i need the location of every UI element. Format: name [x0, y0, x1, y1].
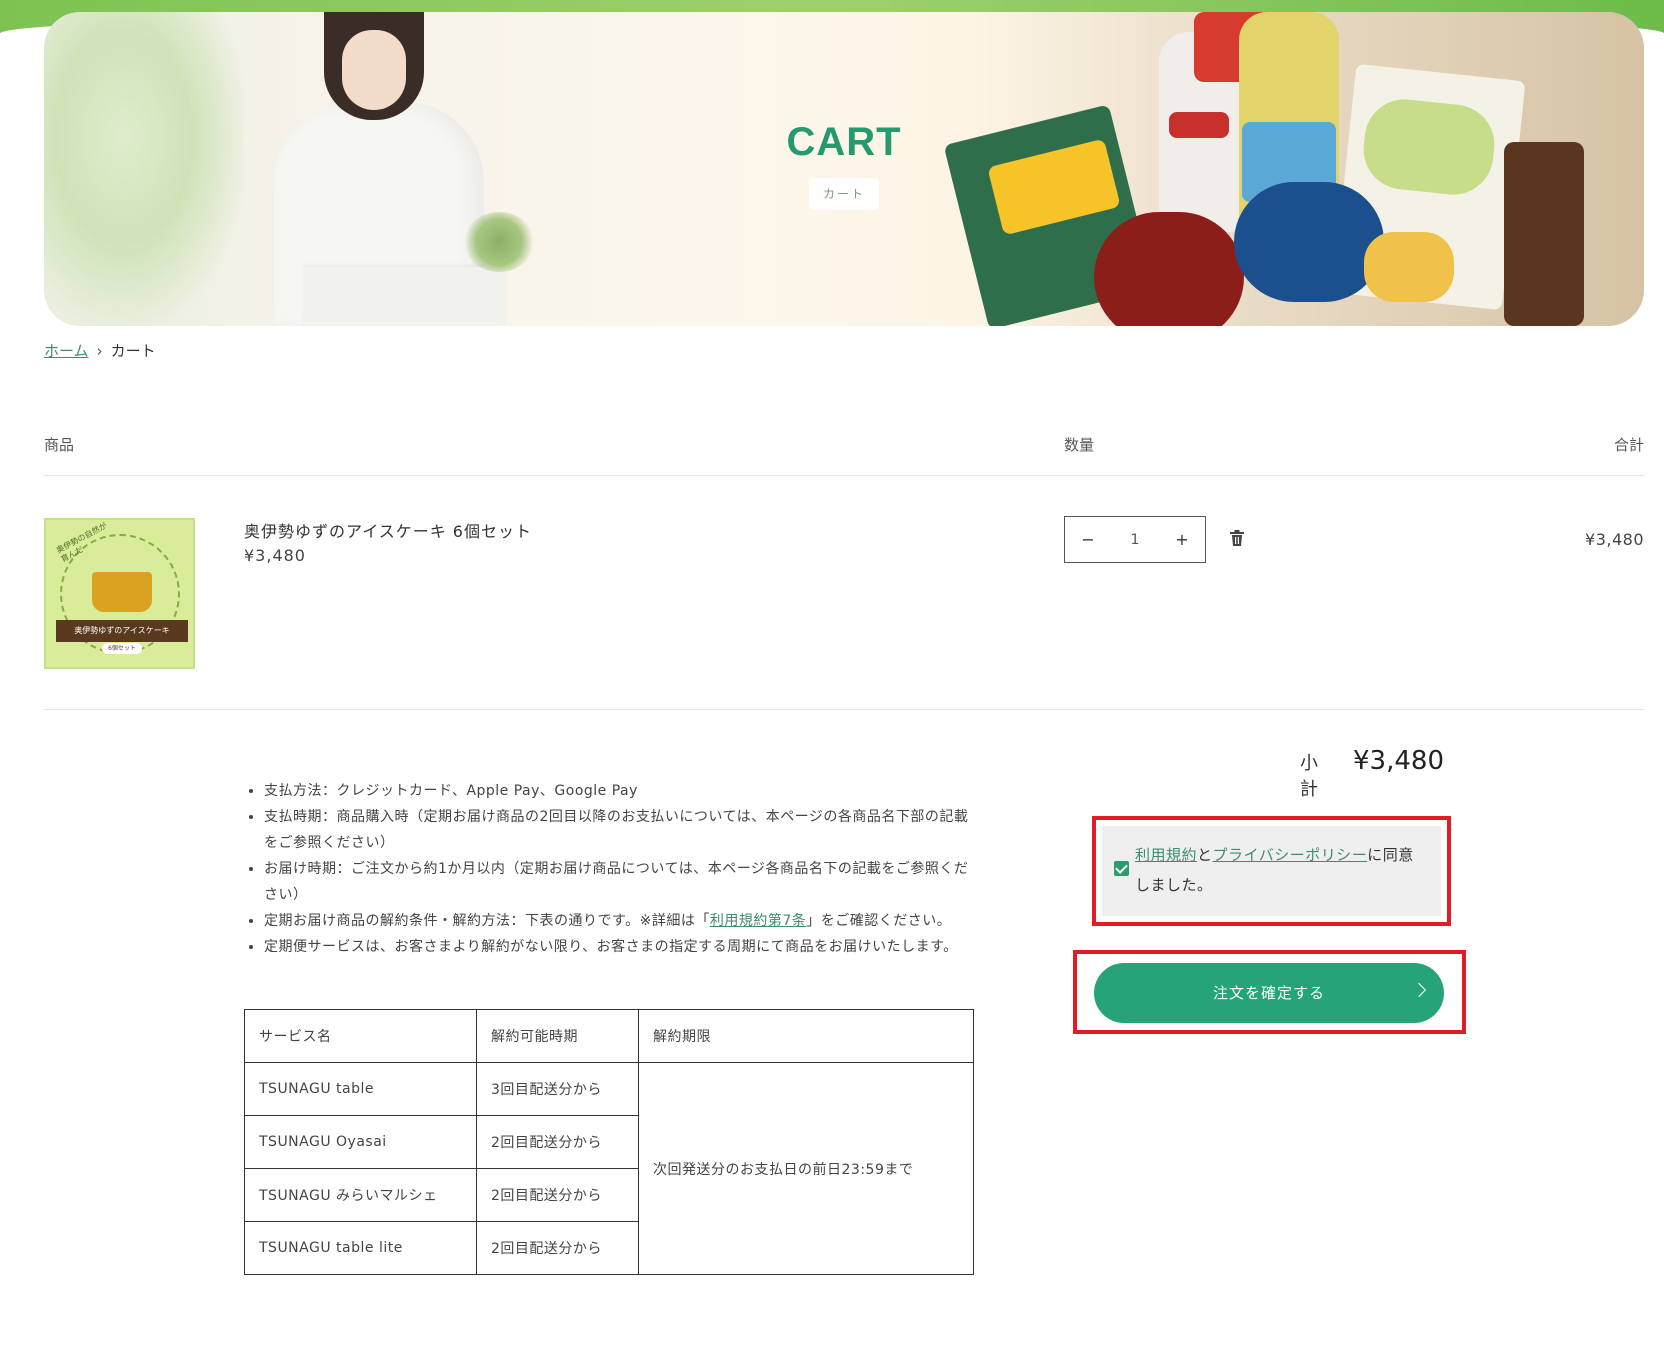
agree-conjunction: と: [1197, 846, 1213, 864]
note-cancel-prefix: 定期お届け商品の解約条件・解約方法：下表の通りです。※詳細は「: [264, 913, 710, 929]
cancel-period-cell: 2回目配送分から: [476, 1221, 639, 1275]
cart-item-row: 奥伊勢の自然が育んだ 奥伊勢ゆずのアイスケーキ 6個セット 奥伊勢ゆずのアイスケ…: [44, 476, 1644, 710]
note-payment-method: 支払方法：クレジットカード、Apple Pay、Google Pay: [264, 778, 974, 804]
chevron-right-icon: [1411, 982, 1427, 998]
thumb-banner-text: 奥伊勢ゆずのアイスケーキ: [56, 620, 188, 642]
subtotal: 小計 ¥3,480: [1300, 746, 1444, 801]
cancellation-table: サービス名 解約可能時期 解約期限 TSUNAGU table 3回目配送分から…: [244, 1009, 974, 1275]
note-subscription: 定期便サービスは、お客さまより解約がない限り、お客さまの指定する周期にて商品をお…: [264, 934, 974, 960]
note-payment-timing: 支払時期：商品購入時（定期お届け商品の2回目以降のお支払いについては、本ページの…: [264, 804, 974, 856]
thumb-badge-text: 6個セット: [102, 643, 142, 654]
table-header-cell: 解約期限: [638, 1009, 974, 1063]
agreement-box: 利用規約とプライバシーポリシーに同意しました。: [1102, 826, 1441, 916]
table-row: TSUNAGU table 3回目配送分から 次回発送分のお支払日の前日23:5…: [244, 1062, 974, 1275]
quantity-stepper: − 1 +: [1064, 516, 1206, 563]
terms-article7-link[interactable]: 利用規約第7条: [710, 913, 806, 929]
agreement-text: 利用規約とプライバシーポリシーに同意しました。: [1135, 840, 1425, 900]
confirm-order-button[interactable]: 注文を確定する: [1094, 963, 1444, 1023]
header-quantity: 数量: [1064, 436, 1095, 454]
page-subtitle: カート: [809, 178, 879, 210]
breadcrumb-current: カート: [110, 342, 156, 360]
quantity-decrease-button[interactable]: −: [1065, 530, 1111, 549]
agree-checkbox[interactable]: [1114, 861, 1129, 876]
subtotal-label: 小計: [1300, 753, 1318, 800]
trash-icon[interactable]: [1229, 529, 1245, 547]
hero-box-image: [304, 267, 504, 326]
product-thumbnail[interactable]: 奥伊勢の自然が育んだ 奥伊勢ゆずのアイスケーキ 6個セット: [44, 518, 195, 669]
breadcrumb-home-link[interactable]: ホーム: [44, 340, 89, 361]
cancel-deadline-cell: 次回発送分のお支払日の前日23:59まで: [638, 1062, 974, 1275]
page-title: CART: [786, 120, 902, 164]
note-delivery-timing: お届け時期：ご注文から約1か月以内（定期お届け商品については、本ページ各商品名下…: [264, 856, 974, 908]
hero-plant-image: [464, 212, 534, 272]
table-header-row: サービス名 解約可能時期 解約期限: [244, 1009, 974, 1063]
table-header-cell: サービス名: [244, 1009, 477, 1063]
note-cancellation: 定期お届け商品の解約条件・解約方法：下表の通りです。※詳細は「利用規約第7条」を…: [264, 908, 974, 934]
subtotal-value: ¥3,480: [1353, 746, 1444, 776]
quantity-increase-button[interactable]: +: [1159, 530, 1205, 549]
privacy-policy-link[interactable]: プライバシーポリシー: [1213, 846, 1368, 864]
hero-banner: CART カート: [44, 12, 1644, 326]
service-name-cell: TSUNAGU table lite: [244, 1221, 477, 1275]
cancel-period-cell: 3回目配送分から: [476, 1062, 639, 1116]
product-name-link[interactable]: 奥伊勢ゆずのアイスケーキ 6個セット: [244, 518, 532, 542]
quantity-input[interactable]: 1: [1111, 532, 1159, 548]
line-total: ¥3,480: [1585, 530, 1644, 549]
breadcrumb: ホーム › カート: [44, 340, 156, 361]
header-total: 合計: [1613, 436, 1644, 454]
cancel-period-cell: 2回目配送分から: [476, 1168, 639, 1222]
terms-link[interactable]: 利用規約: [1135, 846, 1197, 864]
service-name-cell: TSUNAGU Oyasai: [244, 1115, 477, 1169]
header-item: 商品: [44, 436, 75, 454]
service-name-cell: TSUNAGU みらいマルシェ: [244, 1168, 477, 1222]
confirm-order-label: 注文を確定する: [1212, 984, 1325, 1002]
service-name-cell: TSUNAGU table: [244, 1062, 477, 1116]
table-header-cell: 解約可能時期: [476, 1009, 639, 1063]
chevron-right-icon: ›: [96, 341, 103, 360]
product-price: ¥3,480: [244, 546, 306, 565]
note-cancel-suffix: 」をご確認ください。: [806, 913, 952, 929]
hero-products-image: [943, 12, 1644, 326]
cancel-period-cell: 2回目配送分から: [476, 1115, 639, 1169]
purchase-notes-list: 支払方法：クレジットカード、Apple Pay、Google Pay 支払時期：…: [244, 778, 974, 960]
cart-table-header: 商品 数量 合計: [44, 430, 1644, 476]
